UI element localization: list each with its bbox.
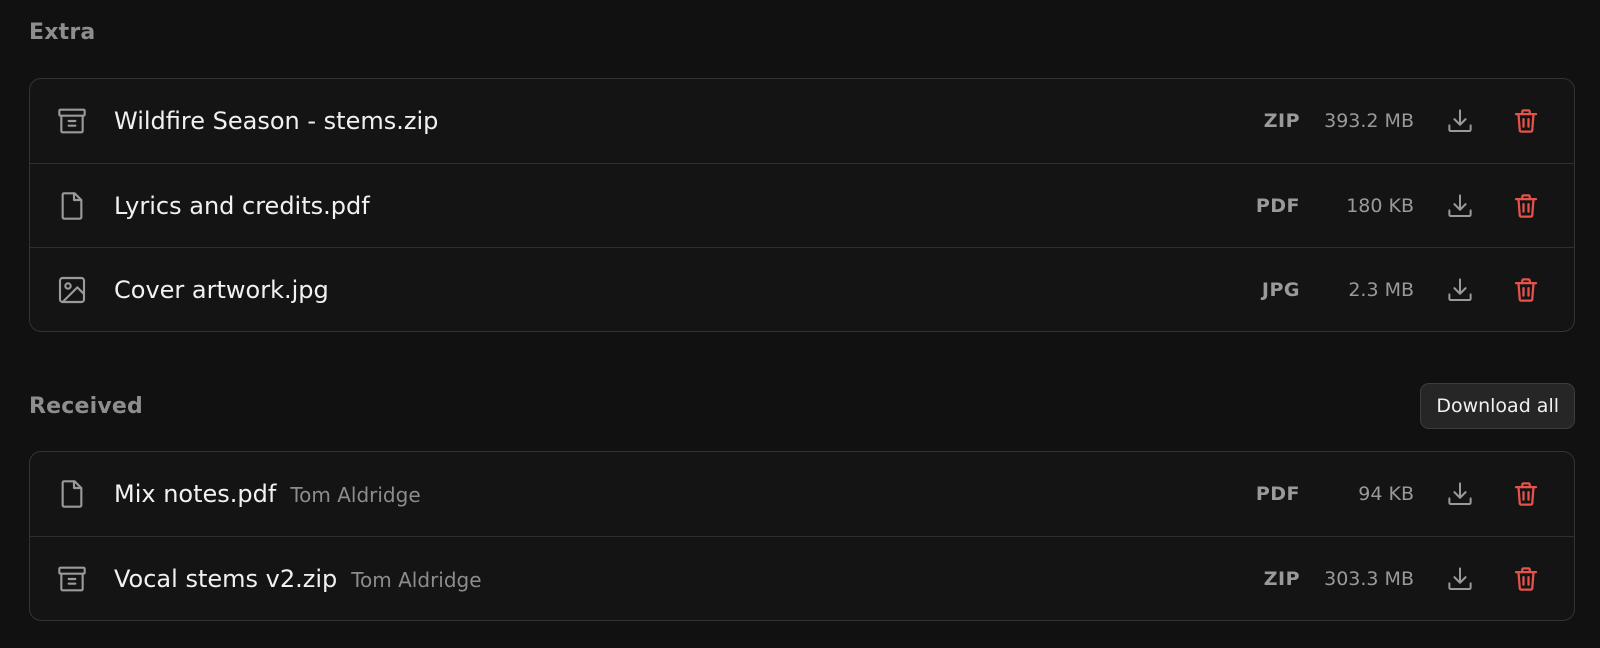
- file-icon: [56, 190, 88, 222]
- file-size: 393.2 MB: [1324, 110, 1414, 132]
- download-button[interactable]: [1438, 268, 1482, 312]
- file-name: Cover artwork.jpg: [114, 275, 329, 304]
- download-button[interactable]: [1438, 184, 1482, 228]
- file-icon: [56, 478, 88, 510]
- download-icon: [1448, 109, 1472, 132]
- download-all-button[interactable]: Download all: [1420, 383, 1575, 429]
- file-type: ZIP: [1263, 568, 1300, 590]
- received-section-title: Received: [29, 393, 143, 419]
- file-name-wrapper: Mix notes.pdf Tom Aldridge: [114, 480, 421, 508]
- received-files-list: Mix notes.pdf Tom Aldridge PDF 94 KB Voc…: [29, 451, 1575, 621]
- list-item[interactable]: Mix notes.pdf Tom Aldridge PDF 94 KB: [30, 452, 1574, 536]
- extra-section-title: Extra: [29, 20, 96, 45]
- delete-button[interactable]: [1504, 99, 1548, 143]
- file-type: JPG: [1261, 279, 1300, 301]
- download-icon: [1448, 567, 1472, 590]
- delete-button[interactable]: [1504, 557, 1548, 601]
- download-icon: [1448, 482, 1472, 505]
- trash-icon: [1514, 109, 1538, 133]
- archive-icon: [56, 563, 88, 595]
- image-icon: [56, 274, 88, 306]
- extra-section-header: Extra: [29, 20, 1575, 45]
- download-button[interactable]: [1438, 557, 1482, 601]
- file-type: PDF: [1255, 483, 1300, 505]
- extra-files-list: Wildfire Season - stems.zip ZIP 393.2 MB: [29, 78, 1575, 332]
- trash-icon: [1514, 567, 1538, 591]
- file-size: 180 KB: [1346, 195, 1414, 217]
- delete-button[interactable]: [1504, 184, 1548, 228]
- file-size: 303.3 MB: [1324, 568, 1414, 590]
- list-item[interactable]: Wildfire Season - stems.zip ZIP 393.2 MB: [30, 79, 1574, 163]
- download-button[interactable]: [1438, 99, 1482, 143]
- delete-button[interactable]: [1504, 268, 1548, 312]
- download-icon: [1448, 278, 1472, 301]
- file-owner: Tom Aldridge: [290, 483, 421, 507]
- download-button[interactable]: [1438, 472, 1482, 516]
- file-name: Lyrics and credits.pdf: [114, 191, 370, 220]
- trash-icon: [1514, 194, 1538, 218]
- file-name: Vocal stems v2.zip: [114, 564, 338, 593]
- list-item[interactable]: Lyrics and credits.pdf PDF 180 KB: [30, 163, 1574, 247]
- trash-icon: [1514, 482, 1538, 506]
- list-item[interactable]: Cover artwork.jpg JPG 2.3 MB: [30, 247, 1574, 331]
- file-name-wrapper: Vocal stems v2.zip Tom Aldridge: [114, 565, 482, 593]
- trash-icon: [1514, 278, 1538, 302]
- file-name: Mix notes.pdf: [114, 480, 277, 508]
- file-type: ZIP: [1263, 110, 1300, 132]
- list-item[interactable]: Vocal stems v2.zip Tom Aldridge ZIP 303.3…: [30, 536, 1574, 620]
- delete-button[interactable]: [1504, 472, 1548, 516]
- archive-icon: [56, 105, 88, 137]
- download-icon: [1448, 194, 1472, 217]
- file-owner: Tom Aldridge: [351, 567, 482, 592]
- file-size: 2.3 MB: [1348, 279, 1414, 301]
- file-size: 94 KB: [1358, 483, 1414, 505]
- file-type: PDF: [1255, 195, 1300, 217]
- file-name: Wildfire Season - stems.zip: [114, 107, 439, 135]
- received-section-header: Received Download all: [29, 383, 1575, 429]
